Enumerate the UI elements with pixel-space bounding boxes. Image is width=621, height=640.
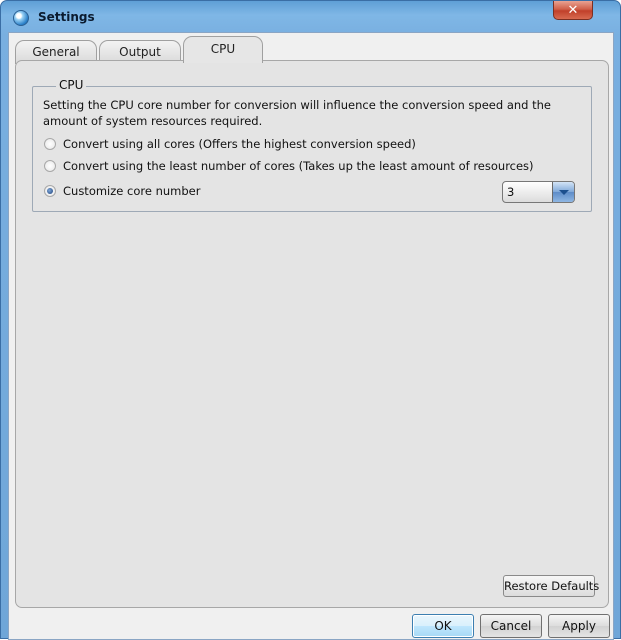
close-icon: ✕ (567, 2, 579, 18)
cancel-button[interactable]: Cancel (480, 614, 542, 638)
dropdown-button[interactable] (552, 182, 574, 202)
radio-least-cores-label: Convert using the least number of cores … (63, 159, 534, 173)
close-button[interactable]: ✕ (553, 1, 593, 20)
cpu-tab-panel: CPU Setting the CPU core number for conv… (15, 60, 609, 608)
window-title: Settings (38, 10, 95, 24)
radio-customize-cores-button[interactable] (44, 185, 56, 197)
settings-window: Settings ✕ General Output CPU CPU Settin… (0, 0, 621, 640)
radio-all-cores-label: Convert using all cores (Offers the high… (63, 137, 416, 151)
restore-defaults-button[interactable]: Restore Defaults (503, 575, 599, 597)
globe-icon (13, 10, 29, 26)
tab-cpu[interactable]: CPU (183, 36, 263, 63)
radio-least-cores[interactable]: Convert using the least number of cores … (44, 158, 534, 174)
title-bar[interactable]: Settings ✕ (1, 1, 620, 33)
radio-customize-cores[interactable]: Customize core number (44, 183, 200, 199)
ok-button[interactable]: OK (412, 614, 474, 638)
radio-customize-cores-label: Customize core number (63, 184, 201, 198)
cpu-group-label: CPU (56, 78, 87, 92)
apply-button[interactable]: Apply (548, 614, 610, 638)
cpu-description: Setting the CPU core number for conversi… (43, 98, 551, 128)
core-number-select[interactable]: 3 (502, 181, 575, 203)
dialog-body: General Output CPU CPU Setting the CPU c… (8, 32, 614, 640)
radio-all-cores-button[interactable] (44, 138, 56, 150)
chevron-down-icon (558, 189, 569, 195)
cpu-groupbox: CPU Setting the CPU core number for conv… (32, 78, 592, 212)
radio-least-cores-button[interactable] (44, 160, 56, 172)
core-number-value: 3 (507, 185, 515, 199)
radio-all-cores[interactable]: Convert using all cores (Offers the high… (44, 136, 416, 152)
